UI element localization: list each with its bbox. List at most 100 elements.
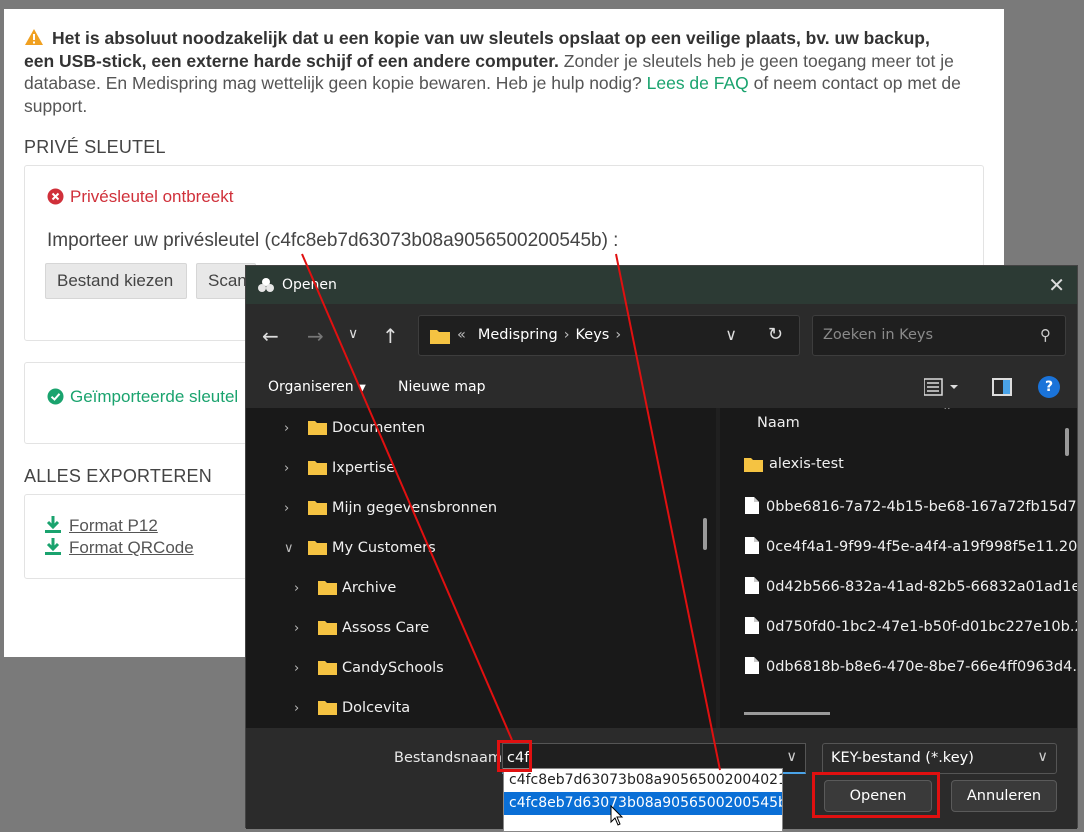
address-bar[interactable]: «Medispring › Keys › ∨ ↻ [418, 315, 800, 356]
file-item[interactable]: 0bbe6816-7a72-4b15-be68-167a72fb15d7.2 [744, 496, 1077, 520]
navigation-bar: ← → ∨ ↑ «Medispring › Keys › ∨ ↻ Zoeken in … [246, 304, 1077, 368]
tree-label: Archive [342, 580, 397, 596]
folder-icon [318, 661, 337, 675]
organize-menu[interactable]: Organiseren ▼ [268, 379, 366, 395]
search-icon: ⚲ [1040, 326, 1051, 344]
tree-item-ixpertise[interactable]: › Ixpertise [284, 460, 395, 484]
missing-key-text: Privésleutel ontbreekt [70, 187, 234, 206]
chevron-right-icon[interactable]: › [284, 501, 300, 516]
file-item[interactable]: 0ce4f4a1-9f99-4f5e-a4f4-a19f998f5e11.204 [744, 536, 1077, 560]
tree-item-documenten[interactable]: › Documenten [284, 420, 425, 444]
file-list-horizontal-scrollbar[interactable] [744, 712, 830, 715]
tree-item-my-customers[interactable]: ∨ My Customers [284, 540, 436, 564]
file-name: 0d42b566-832a-41ad-82b5-66832a01ad1e. [766, 579, 1077, 595]
new-folder-button[interactable]: Nieuwe map [398, 379, 485, 395]
file-item[interactable]: 0d750fd0-1bc2-47e1-b50f-d01bc227e10b.2 [744, 616, 1077, 640]
sort-ascending-icon: ⌃ [942, 408, 953, 418]
breadcrumb-keys[interactable]: Keys [576, 327, 610, 343]
open-button-annotation-box [812, 772, 940, 818]
filename-annotation-box [497, 740, 532, 772]
tree-label: Documenten [332, 420, 426, 436]
export-title: ALLES EXPORTEREN [24, 466, 212, 486]
dialog-title: Openen [282, 277, 337, 293]
export-p12-label: Format P12 [69, 516, 158, 535]
tree-label: Assoss Care [342, 620, 430, 636]
view-options-icon[interactable] [923, 377, 960, 401]
recent-locations-chevron-icon[interactable]: ∨ [348, 326, 358, 342]
chevron-right-icon[interactable]: › [294, 581, 310, 596]
search-input[interactable]: Zoeken in Keys ⚲ [812, 315, 1066, 356]
chevron-down-icon[interactable]: ∨ [284, 541, 300, 556]
forward-arrow-icon[interactable]: → [307, 324, 324, 348]
chevron-right-icon[interactable]: › [284, 421, 300, 436]
refresh-icon[interactable]: ↻ [768, 324, 783, 345]
warning-icon [25, 29, 43, 45]
tree-label: Ixpertise [332, 460, 396, 476]
command-toolbar: Organiseren ▼ Nieuwe map ? [246, 368, 1077, 408]
check-circle-icon [47, 388, 64, 405]
tree-item-assoss-care[interactable]: › Assoss Care [294, 620, 429, 644]
choose-file-button[interactable]: Bestand kiezen [45, 263, 187, 299]
file-list-vertical-scrollbar[interactable] [1065, 428, 1069, 456]
open-file-dialog: Openen ✕ ← → ∨ ↑ «Medispring › Keys › ∨ ↻ Z… [245, 265, 1078, 829]
file-name: 0d750fd0-1bc2-47e1-b50f-d01bc227e10b.2 [766, 619, 1077, 635]
close-icon[interactable]: ✕ [1048, 273, 1065, 297]
cancel-button[interactable]: Annuleren [951, 780, 1057, 812]
file-name: 0ce4f4a1-9f99-4f5e-a4f4-a19f998f5e11.204 [766, 539, 1077, 555]
column-header-name[interactable]: Naam [757, 415, 800, 431]
back-arrow-icon[interactable]: ← [262, 324, 279, 348]
document-icon [745, 577, 759, 594]
address-dropdown-chevron-icon[interactable]: ∨ [725, 325, 737, 344]
tree-item-dolcevita[interactable]: › Dolcevita [294, 700, 410, 724]
breadcrumb: «Medispring › Keys › [457, 327, 622, 343]
filetype-select[interactable]: KEY-bestand (*.key) ∨ [822, 743, 1057, 774]
chevron-down-icon[interactable]: ∨ [1037, 749, 1048, 765]
private-key-title: PRIVÉ SLEUTEL [24, 137, 166, 157]
up-arrow-icon[interactable]: ↑ [382, 324, 399, 348]
filetype-value: KEY-bestand (*.key) [831, 750, 974, 766]
file-item[interactable]: alexis-test [744, 456, 844, 480]
chevron-right-icon[interactable]: › [294, 661, 310, 676]
breadcrumb-medispring[interactable]: Medispring [478, 327, 558, 343]
autocomplete-item[interactable]: c4fc8eb7d63073b08a90565002004021.20 [504, 769, 782, 792]
tree-item-candyschools[interactable]: › CandySchools [294, 660, 444, 684]
faq-link[interactable]: Lees de FAQ [647, 73, 749, 93]
export-qrcode-label: Format QRCode [69, 538, 194, 557]
tree-item-mijn-gegevensbronnen[interactable]: › Mijn gegevensbronnen [284, 500, 497, 524]
folder-icon [318, 581, 337, 595]
chevron-right-icon[interactable]: › [294, 621, 310, 636]
imported-keys-status: Geïmporteerde sleutel [47, 387, 238, 407]
dialog-titlebar[interactable]: Openen ✕ [246, 266, 1077, 304]
medispring-app-icon [258, 278, 274, 292]
folder-icon [430, 330, 450, 344]
tree-label: Mijn gegevensbronnen [332, 500, 498, 516]
organize-label: Organiseren [268, 379, 354, 395]
filename-autocomplete-list: c4fc8eb7d63073b08a90565002004021.20 c4fc… [503, 768, 783, 832]
tree-label: Dolcevita [342, 700, 411, 716]
folder-icon [318, 621, 337, 635]
error-icon [47, 188, 64, 205]
navigation-tree: › Documenten › Ixpertise › Mijn gegevensbro… [246, 408, 716, 728]
preview-pane-icon[interactable] [992, 378, 1012, 396]
document-icon [745, 617, 759, 634]
file-item[interactable]: 0db6818b-b8e6-470e-8be7-66e4ff0963d4.2 [744, 656, 1077, 680]
document-icon [745, 497, 759, 514]
search-placeholder: Zoeken in Keys [823, 327, 933, 343]
document-icon [745, 657, 759, 674]
folder-icon [308, 461, 327, 475]
folder-icon [308, 541, 327, 555]
chevron-down-icon[interactable]: ∨ [786, 749, 797, 765]
folder-icon [308, 421, 327, 435]
import-key-label: Importeer uw privésleutel (c4fc8eb7d6307… [47, 230, 619, 251]
autocomplete-item-selected[interactable]: c4fc8eb7d63073b08a9056500200545b.20 [504, 792, 782, 815]
chevron-right-icon[interactable]: › [284, 461, 300, 476]
tree-label: My Customers [332, 540, 436, 556]
folder-icon [318, 701, 337, 715]
tree-item-archive[interactable]: › Archive [294, 580, 396, 604]
filename-label: Bestandsnaam: [394, 750, 507, 766]
tree-scrollbar[interactable] [703, 518, 707, 550]
folder-icon [744, 458, 763, 472]
help-icon[interactable]: ? [1038, 376, 1060, 398]
file-item[interactable]: 0d42b566-832a-41ad-82b5-66832a01ad1e. [744, 576, 1077, 600]
chevron-right-icon[interactable]: › [294, 701, 310, 716]
